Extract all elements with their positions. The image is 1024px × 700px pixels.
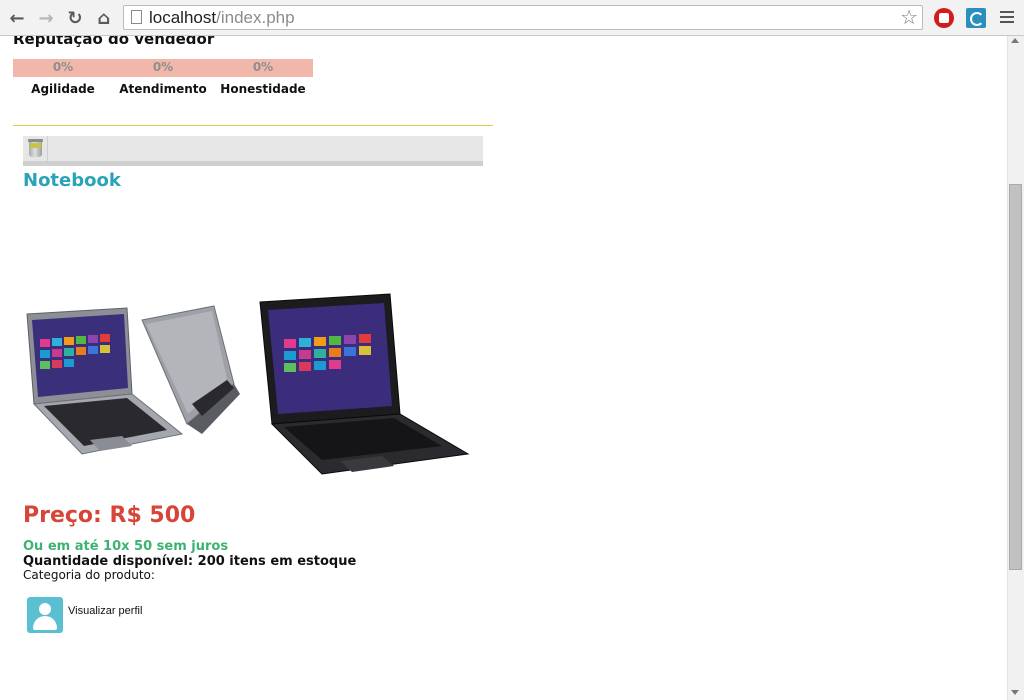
honestidade-label: Honestidade (220, 82, 306, 96)
trash-icon[interactable] (23, 136, 48, 161)
category-text: Categoria do produto: (23, 568, 155, 582)
reload-icon[interactable]: ↻ (64, 7, 86, 29)
product-toolbar (23, 136, 483, 166)
scroll-down-icon[interactable] (1011, 690, 1019, 695)
forward-icon[interactable]: → (35, 7, 57, 29)
agilidade-value: 0% (52, 60, 74, 74)
url-path: /index.php (216, 8, 295, 27)
browser-toolbar: ← → ↻ ⌂ localhost/index.php ☆ (0, 0, 1024, 36)
page-content: Reputação do vendedor 0% 0% 0% Agilidade… (0, 36, 1006, 700)
installments-text: Ou em até 10x 50 sem juros (23, 539, 229, 554)
seller-avatar-icon[interactable] (27, 597, 63, 633)
url-text: localhost/index.php (149, 8, 295, 28)
stock-text: Quantidade disponível: 200 itens em esto… (23, 554, 357, 569)
scrollbar-thumb[interactable] (1009, 184, 1022, 570)
menu-icon[interactable] (1000, 11, 1014, 26)
product-price: Preço: R$ 500 (23, 503, 196, 528)
view-profile-link[interactable]: Visualizar perfil (68, 605, 142, 617)
reputation-title: Reputação do vendedor (13, 36, 215, 48)
star-icon[interactable]: ☆ (900, 5, 918, 29)
section-divider (13, 125, 493, 126)
reputation-bar: 0% 0% 0% (13, 59, 313, 77)
address-bar[interactable]: localhost/index.php ☆ (123, 5, 923, 30)
stop-extension-icon[interactable] (934, 8, 954, 28)
honestidade-value: 0% (252, 60, 274, 74)
home-icon[interactable]: ⌂ (93, 7, 115, 29)
product-title: Notebook (23, 170, 121, 191)
url-host: localhost (149, 8, 217, 27)
atendimento-value: 0% (152, 60, 174, 74)
back-icon[interactable]: ← (6, 7, 28, 29)
scroll-up-icon[interactable] (1011, 38, 1019, 43)
c-extension-icon[interactable] (966, 8, 986, 28)
product-image (26, 293, 470, 475)
black-laptop-image (259, 293, 470, 475)
atendimento-label: Atendimento (119, 82, 207, 96)
page-icon (131, 10, 142, 24)
agilidade-label: Agilidade (31, 82, 95, 96)
silver-laptop-image (26, 305, 240, 455)
